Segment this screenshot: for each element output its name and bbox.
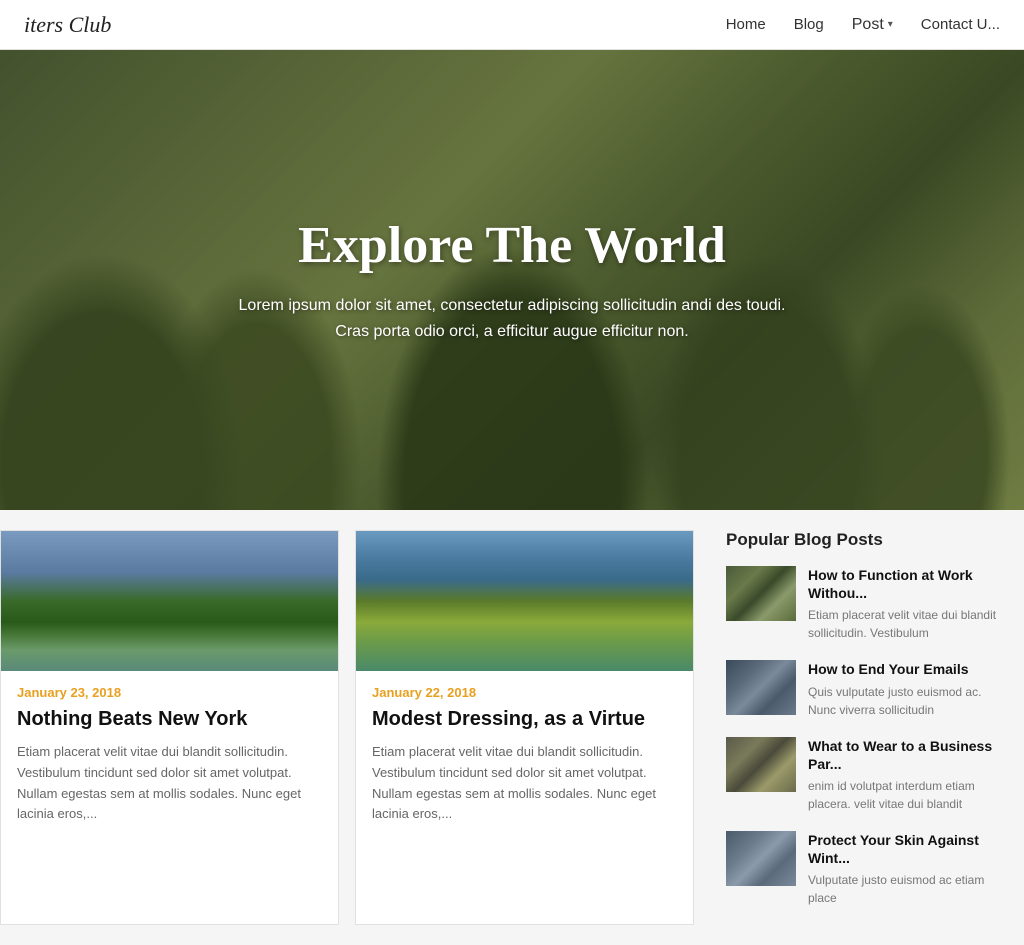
hero-subtitle-line1: Lorem ipsum dolor sit amet, consectetur … (239, 297, 786, 314)
popular-post-1-info: How to Function at Work Withou... Etiam … (808, 566, 1004, 642)
post-card-1-image (1, 531, 338, 671)
nav-blog[interactable]: Blog (794, 16, 824, 33)
post-2-title: Modest Dressing, as a Virtue (372, 706, 677, 732)
nav-post-label: Post (852, 16, 884, 34)
sidebar-title: Popular Blog Posts (726, 530, 1004, 550)
post-1-title: Nothing Beats New York (17, 706, 322, 732)
sidebar: Popular Blog Posts How to Function at Wo… (710, 530, 1020, 945)
popular-post-1-title: How to Function at Work Withou... (808, 566, 1004, 602)
popular-post-4[interactable]: Protect Your Skin Against Wint... Vulput… (726, 831, 1004, 907)
popular-post-3[interactable]: What to Wear to a Business Par... enim i… (726, 737, 1004, 813)
popular-post-4-title: Protect Your Skin Against Wint... (808, 831, 1004, 867)
post-2-date: January 22, 2018 (372, 685, 677, 700)
popular-post-2-excerpt: Quis vulputate justo euismod ac. Nunc vi… (808, 683, 1004, 719)
popular-post-2-image (726, 660, 796, 715)
logo[interactable]: iters Club (24, 12, 111, 38)
popular-post-3-info: What to Wear to a Business Par... enim i… (808, 737, 1004, 813)
popular-post-2-info: How to End Your Emails Quis vulputate ju… (808, 660, 1004, 718)
popular-post-1-thumb (726, 566, 796, 621)
post-2-thumbnail (356, 531, 693, 671)
popular-post-3-title: What to Wear to a Business Par... (808, 737, 1004, 773)
post-card-1[interactable]: January 23, 2018 Nothing Beats New York … (0, 530, 339, 925)
nav: Home Blog Post ▾ Contact U... (726, 16, 1000, 34)
hero-section: Explore The World Lorem ipsum dolor sit … (0, 50, 1024, 510)
post-1-excerpt: Etiam placerat velit vitae dui blandit s… (17, 742, 322, 825)
popular-post-3-image (726, 737, 796, 792)
hero-subtitle-line2: Cras porta odio orci, a efficitur augue … (335, 323, 688, 340)
popular-post-2-title: How to End Your Emails (808, 660, 1004, 678)
popular-post-4-image (726, 831, 796, 886)
header: iters Club Home Blog Post ▾ Contact U... (0, 0, 1024, 50)
post-2-excerpt: Etiam placerat velit vitae dui blandit s… (372, 742, 677, 825)
popular-post-3-excerpt: enim id volutpat interdum etiam placera.… (808, 777, 1004, 813)
post-1-thumbnail (1, 531, 338, 671)
chevron-down-icon: ▾ (888, 19, 893, 30)
nav-post-menu[interactable]: Post ▾ (852, 16, 893, 34)
popular-post-4-thumb (726, 831, 796, 886)
hero-subtitle: Lorem ipsum dolor sit amet, consectetur … (239, 293, 786, 344)
popular-post-3-thumb (726, 737, 796, 792)
nav-contact[interactable]: Contact U... (921, 16, 1000, 33)
post-card-2-body: January 22, 2018 Modest Dressing, as a V… (356, 671, 693, 843)
post-card-2[interactable]: January 22, 2018 Modest Dressing, as a V… (355, 530, 694, 925)
posts-area: January 23, 2018 Nothing Beats New York … (0, 530, 710, 945)
hero-title: Explore The World (239, 216, 786, 275)
popular-post-2[interactable]: How to End Your Emails Quis vulputate ju… (726, 660, 1004, 718)
post-card-2-image (356, 531, 693, 671)
popular-post-1-image (726, 566, 796, 621)
hero-content: Explore The World Lorem ipsum dolor sit … (199, 216, 826, 344)
post-card-1-body: January 23, 2018 Nothing Beats New York … (1, 671, 338, 843)
main-content: January 23, 2018 Nothing Beats New York … (0, 510, 1024, 945)
popular-post-4-info: Protect Your Skin Against Wint... Vulput… (808, 831, 1004, 907)
popular-post-4-excerpt: Vulputate justo euismod ac etiam place (808, 871, 1004, 907)
popular-post-1-excerpt: Etiam placerat velit vitae dui blandit s… (808, 606, 1004, 642)
popular-post-2-thumb (726, 660, 796, 715)
post-1-date: January 23, 2018 (17, 685, 322, 700)
nav-home[interactable]: Home (726, 16, 766, 33)
popular-post-1[interactable]: How to Function at Work Withou... Etiam … (726, 566, 1004, 642)
